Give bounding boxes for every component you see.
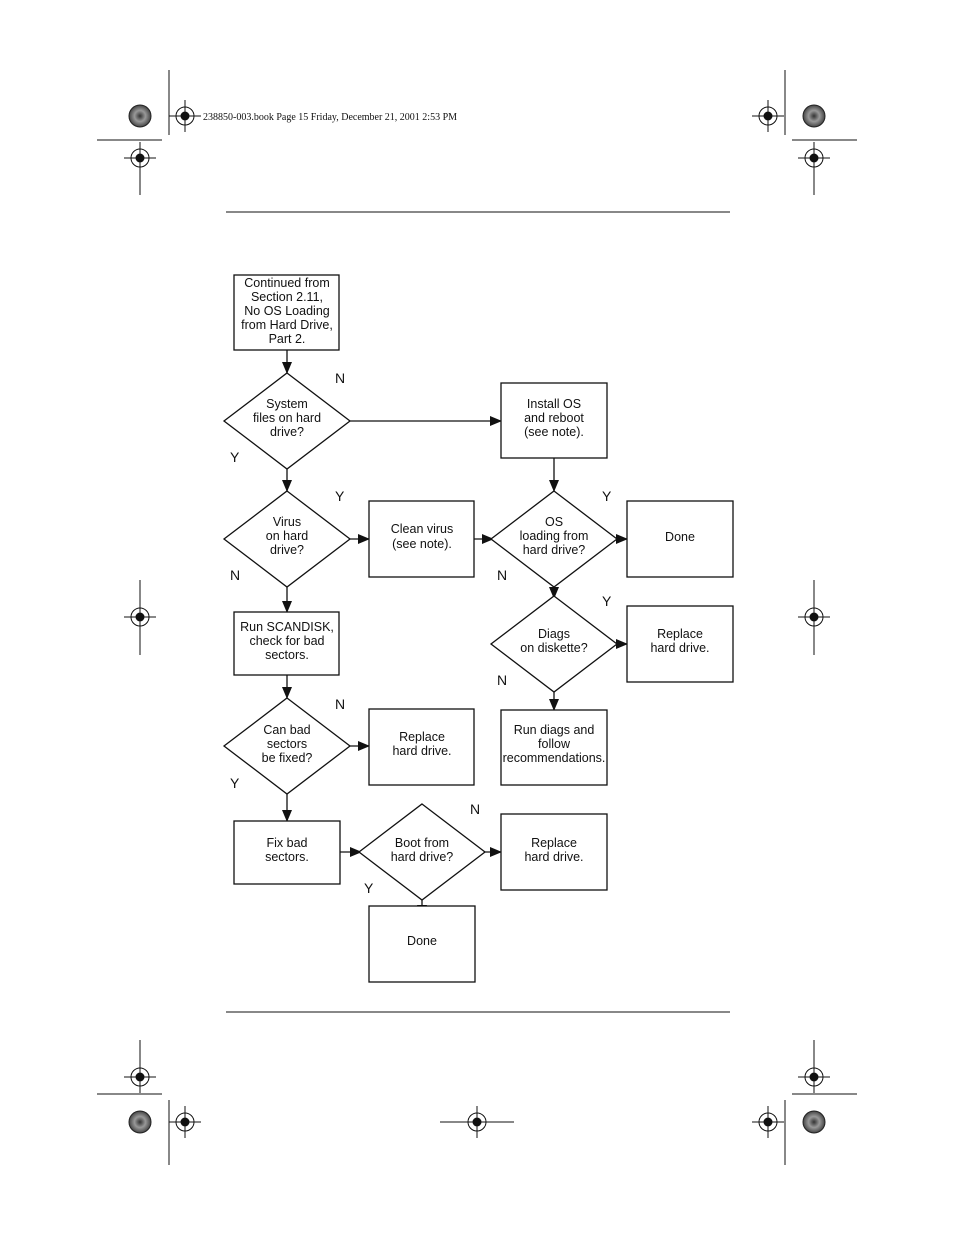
edge-label: Y <box>335 488 345 504</box>
node-replace-3: Replace hard drive. <box>500 813 608 891</box>
svg-text:Fix badsectors.: Fix bad sectors. <box>265 836 309 864</box>
svg-text:Replacehard drive.: Replace hard drive. <box>392 730 451 758</box>
decision-system-files: System files on hard drive? <box>222 372 352 470</box>
svg-text:Boot fromhard drive?: Boot from hard drive? <box>391 836 454 864</box>
page-header: 238850-003.book Page 15 Friday, December… <box>203 112 457 123</box>
svg-text:Done: Done <box>407 934 437 948</box>
node-done-2: Done <box>368 905 476 983</box>
node-scandisk: Run SCANDISK, check for bad sectors. <box>233 611 340 676</box>
edge-label: Y <box>364 880 374 896</box>
svg-text:Clean virus(see note).: Clean virus (see note). <box>391 522 454 551</box>
node-clean-virus: Clean virus (see note). <box>368 500 475 578</box>
edge-label: N <box>230 567 240 583</box>
node-done-1: Done <box>626 500 734 578</box>
node-install-os: Install OS and reboot (see note). <box>500 382 608 459</box>
node-start: Continued from Section 2.11, No OS Loading… <box>233 274 340 351</box>
edge-label: N <box>497 672 507 688</box>
edge-label: Y <box>602 593 612 609</box>
edge-label: N <box>335 370 345 386</box>
edge-label: Y <box>230 449 240 465</box>
decision-boot: Boot from hard drive? <box>357 803 487 901</box>
node-fix-bad: Fix bad sectors. <box>233 820 341 885</box>
edge-label: N <box>470 801 480 817</box>
flowchart-page: 238850-003.book Page 15 Friday, December… <box>97 70 857 1165</box>
decision-can-fix: Can bad sectors be fixed? <box>222 697 352 795</box>
node-run-diags: Run diags and follow recommendations. <box>500 709 608 786</box>
edge-label: Y <box>602 488 612 504</box>
edge-label: Y <box>230 775 240 791</box>
decision-os-loading: OS loading from hard drive? <box>489 490 619 588</box>
node-replace-1: Replace hard drive. <box>626 605 734 683</box>
registration-marks <box>97 70 857 1165</box>
svg-text:Install OSand reboot(see note): Install OS and reboot (see note). <box>524 397 584 439</box>
edge-label: N <box>497 567 507 583</box>
svg-text:Can badsectorsbe fixed?: Can bad sectors be fixed? <box>262 723 313 765</box>
svg-text:Replacehard drive.: Replace hard drive. <box>650 627 709 655</box>
svg-text:Replacehard drive.: Replace hard drive. <box>524 836 583 864</box>
svg-text:Done: Done <box>665 530 695 544</box>
decision-diags: Diags on diskette? <box>489 595 619 693</box>
edge-label: N <box>335 696 345 712</box>
decision-virus: Virus on hard drive? <box>222 490 352 588</box>
node-replace-2: Replace hard drive. <box>368 708 475 786</box>
